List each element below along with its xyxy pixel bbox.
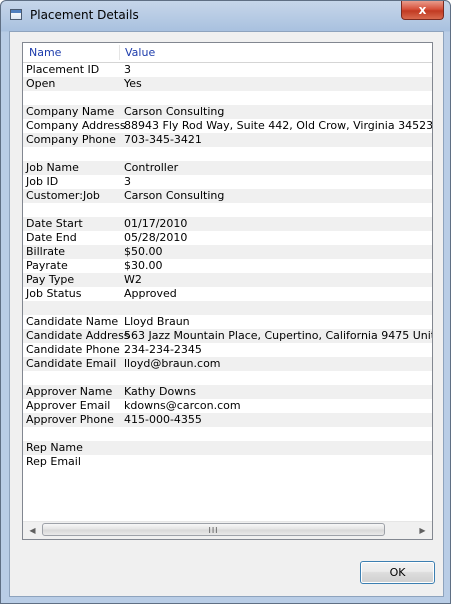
row-value: 05/28/2010 xyxy=(124,231,188,244)
list-row[interactable]: Job Status Approved xyxy=(23,287,432,301)
scrollbar-grip-icon: III xyxy=(208,526,219,535)
ok-button[interactable]: OK xyxy=(360,561,435,584)
dialog-client-area: Name Value Placement ID 3 Open Yes Company N… xyxy=(9,31,444,597)
row-name: Company Phone xyxy=(26,133,116,146)
placement-details-window: Placement Details x Name Value Placement… xyxy=(0,0,451,604)
close-button[interactable]: x xyxy=(401,1,444,20)
row-name: Open xyxy=(26,77,56,90)
row-value: 3 xyxy=(124,63,131,76)
list-row[interactable] xyxy=(23,427,432,441)
list-row[interactable]: Candidate Phone 234-234-2345 xyxy=(23,343,432,357)
row-name: Pay Type xyxy=(26,273,75,286)
list-row[interactable]: Billrate $50.00 xyxy=(23,245,432,259)
window-icon xyxy=(10,9,22,20)
list-row[interactable] xyxy=(23,301,432,315)
row-value: 01/17/2010 xyxy=(124,217,188,230)
row-value: lloyd@braun.com xyxy=(124,357,221,370)
horizontal-scrollbar[interactable]: ◀ III ▶ xyxy=(23,521,432,539)
row-value: 3 xyxy=(124,175,131,188)
scroll-right-arrow-icon[interactable]: ▶ xyxy=(414,523,431,538)
list-row[interactable]: Company Name Carson Consulting xyxy=(23,105,432,119)
row-name: Candidate Name xyxy=(26,315,119,328)
row-value: Yes xyxy=(124,77,142,90)
list-row[interactable]: Open Yes xyxy=(23,77,432,91)
list-row[interactable]: Pay Type W2 xyxy=(23,273,432,287)
list-row[interactable] xyxy=(23,371,432,385)
row-value: $30.00 xyxy=(124,259,163,272)
list-row[interactable] xyxy=(23,147,432,161)
list-header: Name Value xyxy=(23,43,432,63)
row-value: $50.00 xyxy=(124,245,163,258)
row-name: Candidate Phone xyxy=(26,343,120,356)
list-row[interactable]: Approver Phone 415-000-4355 xyxy=(23,413,432,427)
list-row[interactable]: Candidate Name Lloyd Braun xyxy=(23,315,432,329)
row-value: Carson Consulting xyxy=(124,105,225,118)
row-name: Placement ID xyxy=(26,63,100,76)
title-bar[interactable]: Placement Details x xyxy=(1,1,450,29)
list-row[interactable]: Rep Name xyxy=(23,441,432,455)
list-row[interactable]: Approver Name Kathy Downs xyxy=(23,385,432,399)
row-value: Carson Consulting xyxy=(124,189,225,202)
row-value: 415-000-4355 xyxy=(124,413,202,426)
row-name: Company Address xyxy=(26,119,126,132)
list-row[interactable]: Rep Email xyxy=(23,455,432,469)
row-value: 703-345-3421 xyxy=(124,133,202,146)
row-value: Controller xyxy=(124,161,179,174)
list-row[interactable]: Candidate Address 563 Jazz Mountain Place… xyxy=(23,329,432,343)
list-row[interactable]: Placement ID 3 xyxy=(23,63,432,77)
list-row[interactable]: Company Address 88943 Fly Rod Way, Suite … xyxy=(23,119,432,133)
row-value: Approved xyxy=(124,287,177,300)
list-row[interactable]: Customer:Job Carson Consulting xyxy=(23,189,432,203)
row-value: kdowns@carcon.com xyxy=(124,399,241,412)
list-row[interactable]: Job Name Controller xyxy=(23,161,432,175)
row-name: Job Status xyxy=(26,287,82,300)
row-name: Company Name xyxy=(26,105,115,118)
column-header-name[interactable]: Name xyxy=(29,46,61,59)
row-name: Candidate Email xyxy=(26,357,117,370)
row-value: Lloyd Braun xyxy=(124,315,190,328)
scrollbar-thumb[interactable]: III xyxy=(42,523,385,536)
row-name: Date End xyxy=(26,231,77,244)
list-row[interactable]: Approver Email kdowns@carcon.com xyxy=(23,399,432,413)
row-name: Date Start xyxy=(26,217,83,230)
window-title: Placement Details xyxy=(30,8,139,22)
list-row[interactable]: Job ID 3 xyxy=(23,175,432,189)
list-row[interactable] xyxy=(23,91,432,105)
row-name: Candidate Address xyxy=(26,329,130,342)
column-divider[interactable] xyxy=(119,45,120,60)
row-value: Kathy Downs xyxy=(124,385,196,398)
row-name: Rep Name xyxy=(26,441,83,454)
list-row[interactable]: Candidate Email lloyd@braun.com xyxy=(23,357,432,371)
details-list-view[interactable]: Name Value Placement ID 3 Open Yes Company N… xyxy=(22,42,433,540)
list-body: Placement ID 3 Open Yes Company Name Carson C… xyxy=(23,63,432,511)
row-name: Payrate xyxy=(26,259,68,272)
row-value: W2 xyxy=(124,273,142,286)
list-row[interactable]: Company Phone 703-345-3421 xyxy=(23,133,432,147)
column-header-value[interactable]: Value xyxy=(125,46,155,59)
row-value: 88943 Fly Rod Way, Suite 442, Old Crow, … xyxy=(124,119,432,132)
row-value: 563 Jazz Mountain Place, Cupertino, Cali… xyxy=(124,329,432,342)
row-value: 234-234-2345 xyxy=(124,343,202,356)
row-name: Job Name xyxy=(26,161,79,174)
row-name: Approver Name xyxy=(26,385,113,398)
row-name: Job ID xyxy=(26,175,59,188)
list-row[interactable] xyxy=(23,203,432,217)
row-name: Approver Phone xyxy=(26,413,114,426)
row-name: Approver Email xyxy=(26,399,111,412)
row-name: Customer:Job xyxy=(26,189,100,202)
row-name: Billrate xyxy=(26,245,66,258)
scroll-left-arrow-icon[interactable]: ◀ xyxy=(24,523,41,538)
list-row[interactable]: Date Start 01/17/2010 xyxy=(23,217,432,231)
list-row[interactable]: Date End 05/28/2010 xyxy=(23,231,432,245)
list-row[interactable]: Payrate $30.00 xyxy=(23,259,432,273)
row-name: Rep Email xyxy=(26,455,81,468)
